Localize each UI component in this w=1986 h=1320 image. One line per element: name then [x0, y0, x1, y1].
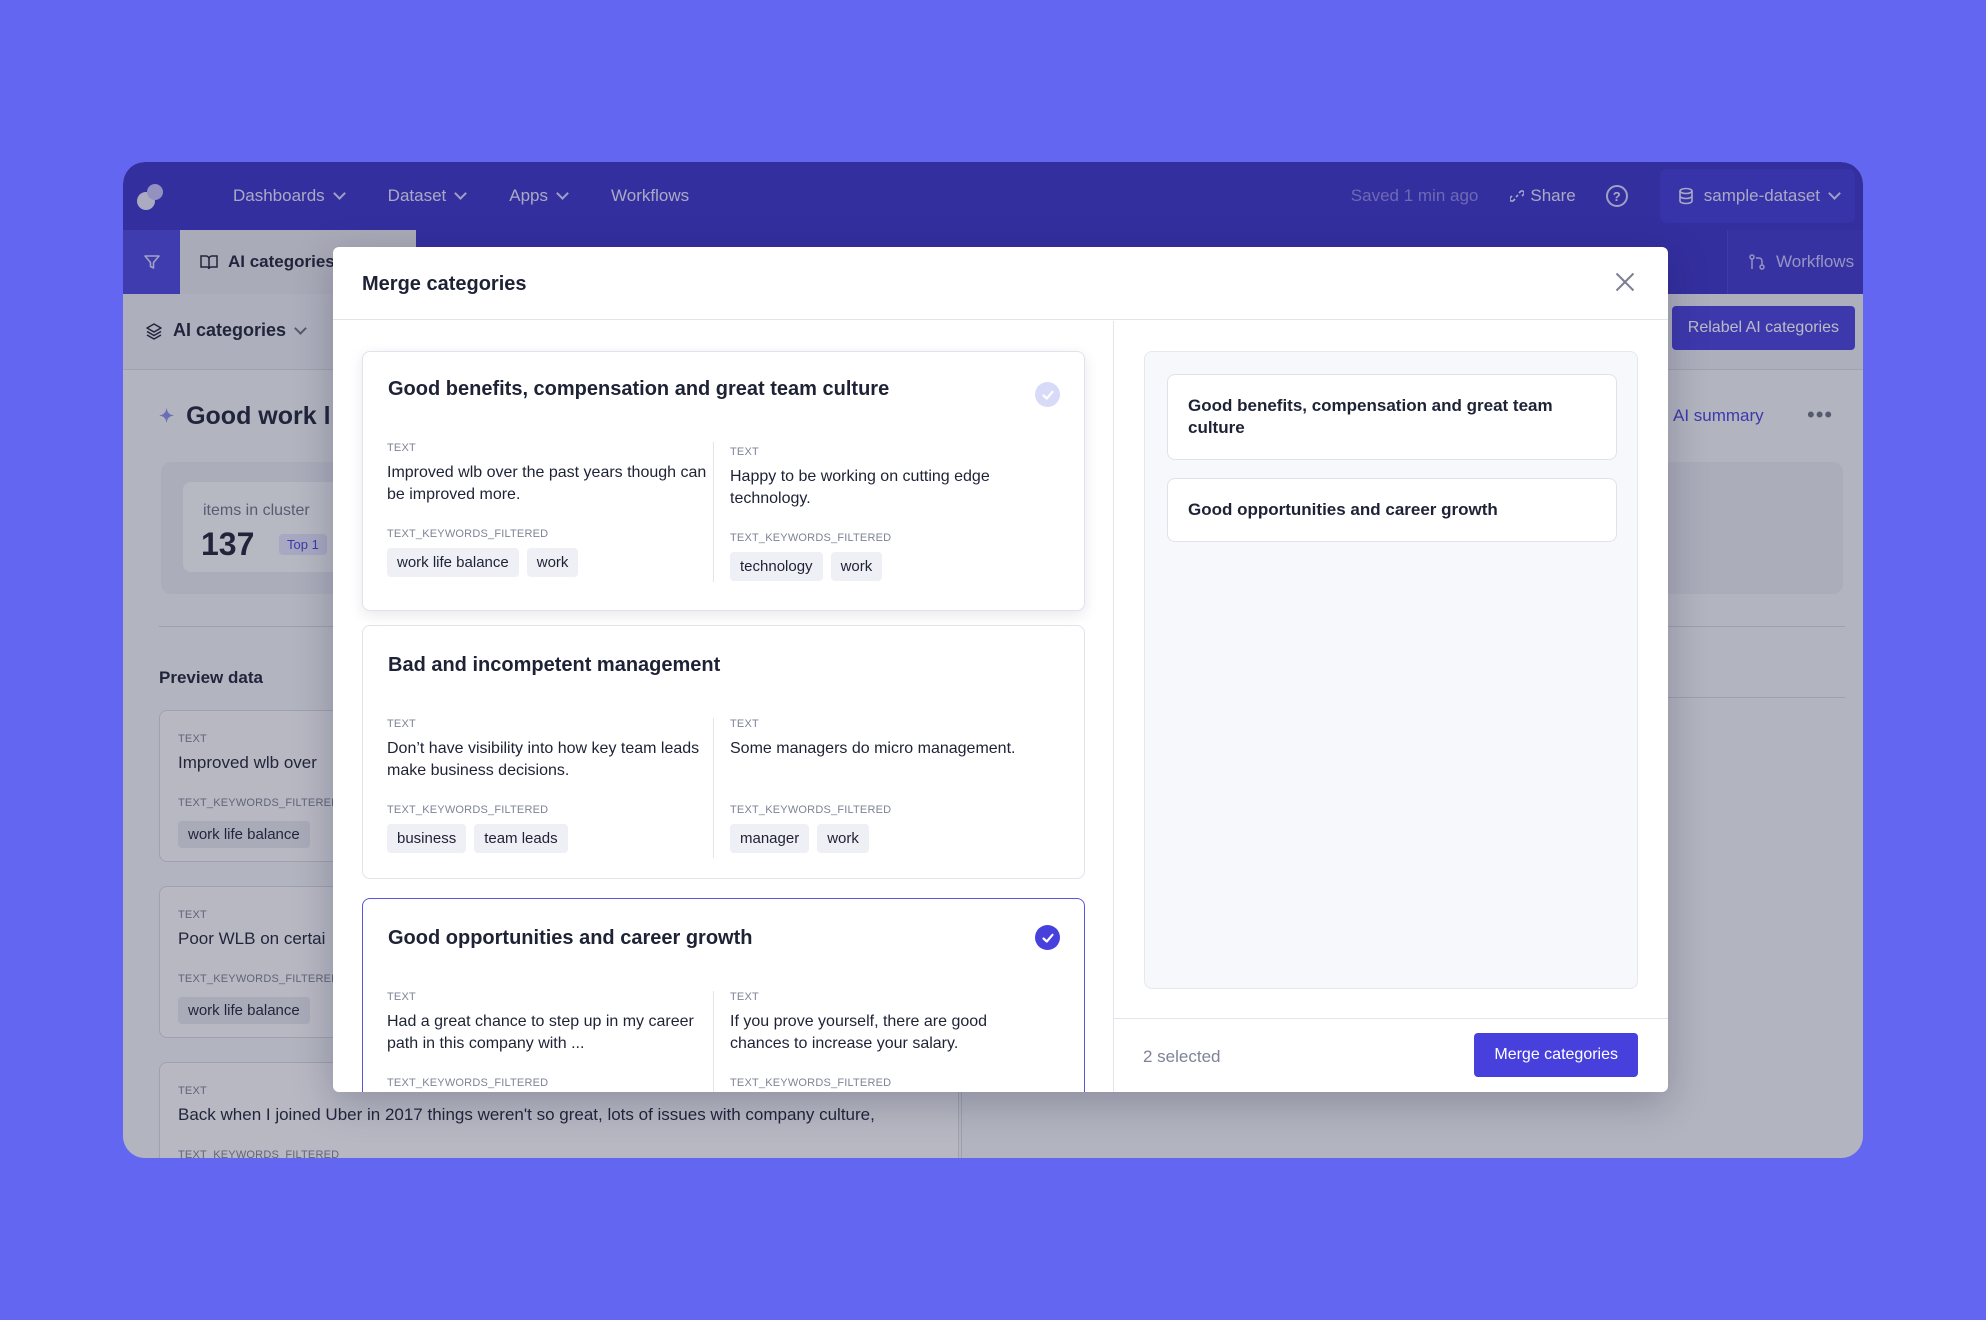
keyword-chip: work: [526, 548, 579, 577]
sample-text: Had a great chance to step up in my care…: [387, 1013, 694, 1052]
selected-categories-list: Good benefits, compensation and great te…: [1144, 351, 1638, 989]
sample-text: Don’t have visibility into how key team …: [387, 740, 700, 779]
close-icon[interactable]: [1614, 271, 1636, 293]
sample-label: TEXT: [387, 442, 416, 454]
category-sample: TEXT Improved wlb over the past years th…: [387, 442, 707, 577]
category-sample: TEXT Some managers do micro management. …: [730, 718, 1050, 853]
merge-categories-button[interactable]: Merge categories: [1474, 1033, 1638, 1077]
sample-text: Improved wlb over the past years though …: [387, 464, 707, 503]
checkbox-checked-icon[interactable]: [1035, 382, 1060, 407]
divider: [713, 991, 714, 1092]
sample-label: TEXT: [730, 446, 759, 458]
keywords-label: TEXT_KEYWORDS_FILTERED: [730, 532, 892, 544]
category-sample: TEXT Don’t have visibility into how key …: [387, 718, 707, 853]
keywords-label: TEXT_KEYWORDS_FILTERED: [387, 804, 549, 816]
sample-label: TEXT: [730, 991, 759, 1003]
checkbox-checked-icon[interactable]: [1035, 925, 1060, 950]
category-list: Good benefits, compensation and great te…: [333, 321, 1113, 1092]
modal-footer: 2 selected Merge categories: [1113, 1018, 1668, 1092]
keyword-chips: work life balance work: [387, 548, 707, 577]
keyword-chips: business team leads: [387, 824, 707, 853]
keywords-label: TEXT_KEYWORDS_FILTERED: [730, 1077, 892, 1089]
sample-label: TEXT: [730, 718, 759, 730]
sample-label: TEXT: [387, 991, 416, 1003]
keywords-label: TEXT_KEYWORDS_FILTERED: [730, 804, 892, 816]
keyword-chip: work life balance: [387, 548, 519, 577]
keyword-chip: business: [387, 824, 467, 853]
selected-categories-pane: Good benefits, compensation and great te…: [1113, 321, 1668, 1092]
keyword-chip: work: [817, 824, 869, 853]
merge-categories-modal: Merge categories Good benefits, compensa…: [333, 247, 1668, 1092]
category-card[interactable]: Good opportunities and career growth TEX…: [362, 898, 1085, 1092]
category-sample: TEXT Had a great chance to step up in my…: [387, 991, 707, 1089]
category-card[interactable]: Bad and incompetent management TEXT Don’…: [362, 625, 1085, 879]
keyword-chip: work: [830, 552, 883, 581]
sample-label: TEXT: [387, 718, 416, 730]
sample-text: If you prove yourself, there are good ch…: [730, 1013, 988, 1052]
category-sample: TEXT If you prove yourself, there are go…: [730, 991, 1050, 1089]
selected-category-item[interactable]: Good benefits, compensation and great te…: [1167, 374, 1617, 460]
keywords-label: TEXT_KEYWORDS_FILTERED: [387, 1077, 549, 1089]
selected-category-item[interactable]: Good opportunities and career growth: [1167, 478, 1617, 542]
modal-header: Merge categories: [333, 247, 1668, 320]
keyword-chip: team leads: [474, 824, 568, 853]
keywords-label: TEXT_KEYWORDS_FILTERED: [387, 528, 549, 540]
keyword-chip: technology: [730, 552, 823, 581]
modal-title: Merge categories: [362, 273, 527, 295]
category-title: Good opportunities and career growth: [388, 927, 753, 949]
keyword-chips: technology work: [730, 552, 1050, 581]
keyword-chips: manager work: [730, 824, 1050, 853]
keyword-chip: manager: [730, 824, 810, 853]
divider: [713, 442, 714, 582]
category-title: Good benefits, compensation and great te…: [388, 378, 890, 400]
category-title: Bad and incompetent management: [388, 654, 721, 676]
category-card[interactable]: Good benefits, compensation and great te…: [362, 351, 1085, 611]
category-sample: TEXT Happy to be working on cutting edge…: [730, 446, 1050, 581]
divider: [713, 718, 714, 858]
sample-text: Some managers do micro management.: [730, 740, 1016, 757]
selected-count: 2 selected: [1143, 1047, 1221, 1066]
sample-text: Happy to be working on cutting edge tech…: [730, 468, 990, 507]
